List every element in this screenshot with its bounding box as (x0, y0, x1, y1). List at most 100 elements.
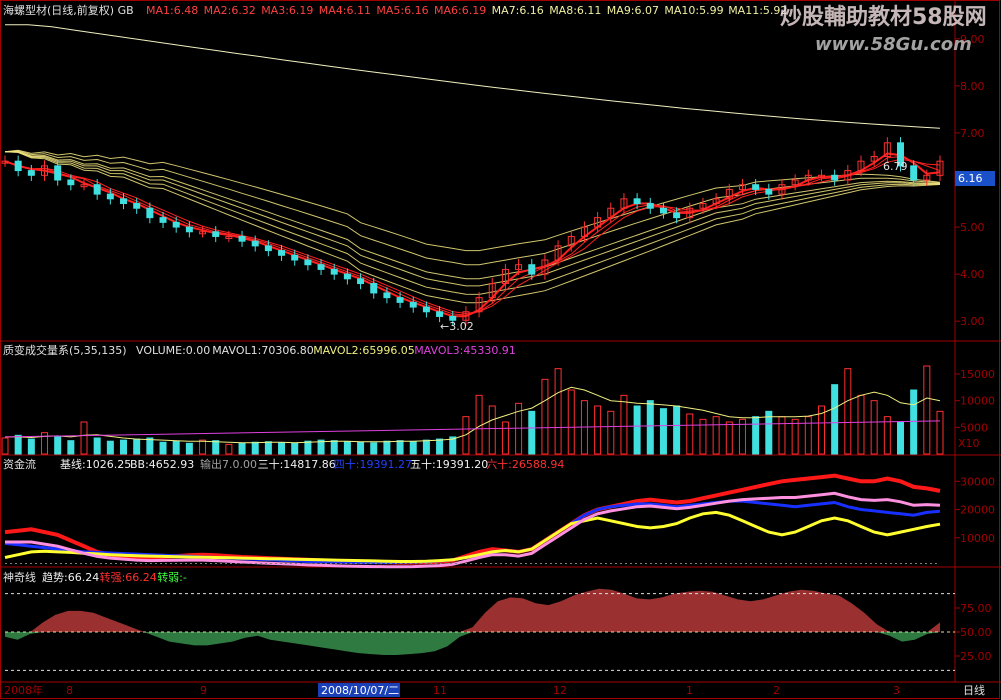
candle (409, 301, 417, 308)
ma-line (4, 149, 941, 252)
volume-bar (199, 439, 207, 455)
volume-bar (14, 434, 22, 455)
x-tick-label: 12 (553, 684, 567, 697)
volume-bar (159, 441, 167, 455)
legend-item: MA3:6.19 (261, 4, 313, 17)
candle (172, 221, 180, 228)
magic-legend: 趋势:66.24 转强:66.24 转弱:- (42, 570, 187, 584)
legend-item: MAVOL3:45330.91 (414, 344, 516, 357)
volume-bar (1, 437, 9, 455)
volume-bar (646, 400, 654, 455)
y-tick-label: 75.00 (960, 602, 992, 615)
volume-bar (106, 440, 114, 455)
low-price-label: ←3.02 (440, 320, 474, 333)
volume-plot-area (1, 365, 944, 455)
x-tick-label: 11 (433, 684, 447, 697)
volume-bar (436, 438, 444, 455)
volume-bar (225, 443, 233, 455)
volume-bar (554, 368, 562, 455)
capital-legend: 基线:1026.25BB:4652.93 输出7.0.00 三十:14817.86四… (60, 457, 564, 471)
legend-item: 转强:66.24 (100, 570, 157, 584)
volume-bar (831, 384, 839, 455)
legend-item: MA8:6.11 (549, 4, 601, 17)
x-tick-label: 8 (66, 684, 73, 697)
ma-line (5, 151, 940, 287)
volume-bar (67, 440, 75, 455)
legend-item: MA10:5.99 (664, 4, 723, 17)
ma-legend: MA1:6.48 MA2:6.32 MA3:6.19 MA4:6.11 MA5:6.16… (146, 4, 787, 17)
volume-bar (304, 440, 312, 455)
candle (357, 278, 365, 285)
volume-bar (594, 405, 602, 455)
candle (133, 203, 141, 209)
legend-item: VOLUME:0.00 (136, 344, 210, 357)
volume-bar (936, 410, 944, 455)
volume-bar (712, 416, 720, 455)
capital-line (4, 473, 941, 565)
capital-panel-title: 资金流 (3, 457, 36, 471)
candle (251, 240, 259, 247)
legend-item: MA7:6.16 (492, 4, 544, 17)
current-price-value: 6.16 (958, 172, 983, 185)
volume-bar (620, 394, 628, 455)
candle (659, 207, 667, 214)
magic-panel-title: 神奇线 (3, 570, 36, 584)
volume-bar (291, 442, 299, 455)
candle (238, 235, 246, 242)
price-panel[interactable]: 海螺型材(日线,前复权) GB MA1:6.48 MA2:6.32 MA3:6.19… (1, 3, 995, 333)
legend-item: 基线:1026.25 (60, 457, 131, 471)
candle (673, 212, 681, 219)
date-x-axis: 2008年 8 9 2008/10/07/二 11 12 1 2 3 (4, 683, 900, 697)
volume-bar (633, 405, 641, 455)
legend-item: 三十:14817.86 (258, 457, 336, 471)
ma-line (4, 151, 941, 295)
capital-y-axis: 30000 20000 10000 (955, 475, 995, 545)
legend-item: 四十:19391.27 (334, 457, 412, 471)
y-tick-label: 10000 (960, 532, 995, 545)
y-tick-label: 3.00 (960, 315, 985, 328)
volume-panel[interactable]: 质变成交量系(5,35,135) VOLUME:0.00 MAVOL1:70306… (1, 343, 995, 455)
legend-item: 输出7.0.00 (200, 457, 257, 471)
volume-bar (528, 410, 536, 455)
candle (264, 245, 272, 252)
candle (831, 174, 839, 181)
volume-unit-label: X10 (958, 437, 980, 450)
ma-line (4, 151, 941, 304)
volume-bar (659, 408, 667, 455)
candle (396, 297, 404, 303)
y-tick-label: 30000 (960, 475, 995, 488)
volume-bar (383, 440, 391, 455)
volume-bar (120, 439, 128, 455)
price-panel-title: 海螺型材(日线,前复权) GB (3, 3, 134, 17)
legend-item: MA2:6.32 (204, 4, 256, 17)
volume-bar (370, 442, 378, 455)
candle (910, 165, 918, 181)
candle (159, 217, 167, 223)
volume-bar (857, 394, 865, 455)
y-tick-label: 15000 (960, 368, 995, 381)
magic-line-panel[interactable]: 神奇线 趋势:66.24 转强:66.24 转弱:- 75.00 50.00 25.00 (3, 570, 992, 671)
candle (370, 283, 378, 294)
legend-item: MAVOL1:70306.80 (212, 344, 314, 357)
period-label[interactable]: 日线 (963, 683, 985, 697)
candle (67, 179, 75, 186)
volume-bar (54, 436, 62, 455)
volume-legend: VOLUME:0.00 MAVOL1:70306.80 MAVOL2:65996.0… (136, 344, 516, 357)
volume-bar (488, 405, 496, 455)
candle (278, 250, 286, 256)
volume-bar (804, 416, 812, 455)
volume-bar (791, 418, 799, 455)
volume-bar (185, 442, 193, 455)
mavol3-line (4, 420, 941, 438)
watermark-line2: www.58Gu.com (815, 34, 972, 55)
volume-bar (133, 438, 141, 455)
candle (291, 254, 299, 261)
capital-flow-panel[interactable]: 资金流 基线:1026.25BB:4652.93 输出7.0.00 三十:14817… (3, 457, 995, 569)
legend-item: 转弱:- (157, 570, 187, 584)
stock-chart-canvas[interactable]: 海螺型材(日线,前复权) GB MA1:6.48 MA2:6.32 MA3:6.19… (0, 0, 1001, 700)
watermark-line1: 炒股輔助教材58股网 (780, 4, 987, 30)
legend-item: MA11:5.92 (728, 4, 787, 17)
candle (633, 198, 641, 205)
volume-bar (343, 441, 351, 455)
volume-bar (607, 410, 615, 455)
